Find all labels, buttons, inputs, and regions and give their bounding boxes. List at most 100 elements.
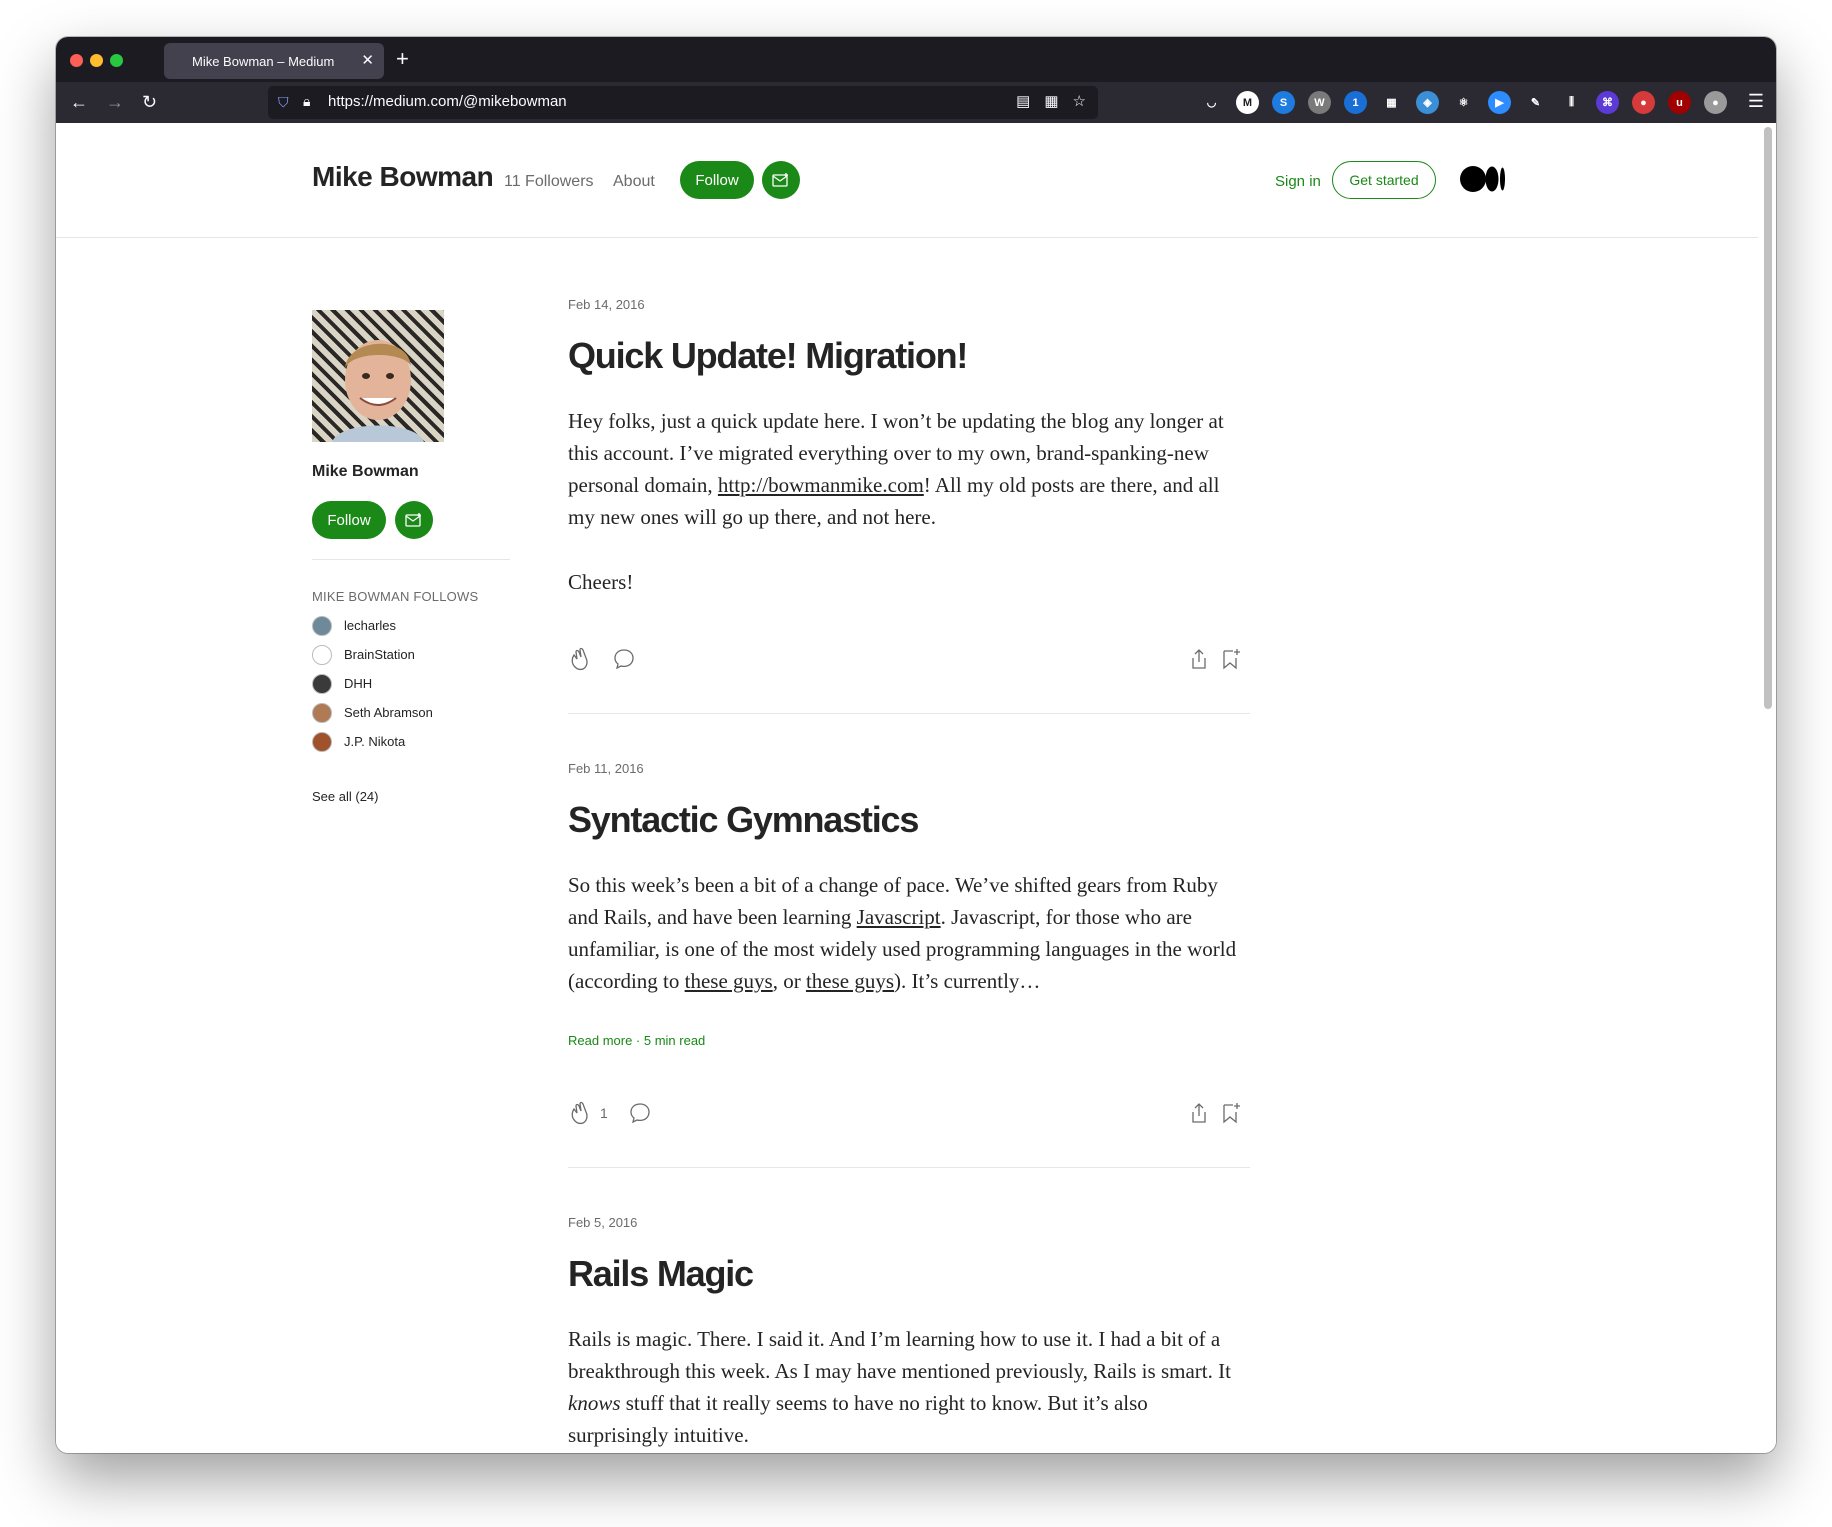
read-more-link[interactable]: Read more · 5 min read xyxy=(568,1033,705,1048)
shortcut-icon[interactable]: ⌘ xyxy=(1596,91,1619,114)
close-icon[interactable]: ✕ xyxy=(361,51,374,69)
ruler-icon[interactable]: ⫼ xyxy=(1560,91,1583,114)
clap-button[interactable]: 1 xyxy=(568,1099,608,1127)
clap-icon xyxy=(571,647,588,671)
clap-button[interactable] xyxy=(568,645,594,673)
new-tab-button[interactable]: + xyxy=(396,46,409,72)
avatar[interactable] xyxy=(312,310,444,442)
onepassword-icon[interactable]: 1 xyxy=(1344,91,1367,114)
profile-header: Mike Bowman 11 Followers About Follow Si… xyxy=(56,123,1758,238)
browser-window: Mike Bowman – Medium ✕ + ← → ↻ ⛉ 🔒︎ http… xyxy=(56,37,1776,1453)
grid-icon[interactable]: ▦ xyxy=(1380,91,1403,114)
avatar-portrait xyxy=(332,340,424,442)
avatar-ext-icon[interactable]: ● xyxy=(1704,91,1727,114)
post-date: Feb 14, 2016 xyxy=(568,297,645,312)
follow-avatar-icon xyxy=(312,673,332,694)
medium-page: Mike Bowman 11 Followers About Follow Si… xyxy=(56,123,1776,1453)
these-guys-link[interactable]: these guys xyxy=(685,969,773,993)
w-icon[interactable]: W xyxy=(1308,91,1331,114)
minimize-window-button[interactable] xyxy=(90,54,103,67)
sign-in-link[interactable]: Sign in xyxy=(1275,173,1321,190)
follows-label: DHH xyxy=(344,676,373,691)
follows-label: lecharles xyxy=(344,618,397,633)
reload-icon[interactable]: ↻ xyxy=(142,91,157,113)
these-guys-link-2[interactable]: these guys xyxy=(806,969,894,993)
share-button[interactable] xyxy=(1188,645,1210,673)
follow-avatar-icon xyxy=(312,644,332,665)
see-all-link[interactable]: See all (24) xyxy=(312,789,378,804)
post-actions xyxy=(568,645,1250,675)
subscribe-button[interactable] xyxy=(762,161,800,199)
comment-icon xyxy=(630,1103,650,1124)
follows-label: Seth Abramson xyxy=(344,705,433,720)
url-bar[interactable]: ⛉ 🔒︎ https://medium.com/@mikebowman ▤ ▦ … xyxy=(268,86,1098,119)
mail-plus-icon xyxy=(405,513,421,527)
javascript-link[interactable]: Javascript xyxy=(857,905,941,929)
post-body-text: Rails is magic. There. I said it. And I’… xyxy=(568,1327,1231,1383)
share-icon xyxy=(1192,649,1206,669)
clap-icon xyxy=(571,1101,588,1125)
hamburger-menu-icon[interactable]: ☰ xyxy=(1748,91,1764,112)
comment-button[interactable] xyxy=(612,645,636,673)
close-window-button[interactable] xyxy=(70,54,83,67)
bird-icon[interactable]: ● xyxy=(1632,91,1655,114)
mail-plus-icon xyxy=(772,173,788,187)
sidebar-follow-button[interactable]: Follow xyxy=(312,501,386,539)
post-divider xyxy=(568,713,1250,714)
header-author-name[interactable]: Mike Bowman xyxy=(312,161,494,193)
ublock-icon[interactable]: u xyxy=(1668,91,1691,114)
sidebar-author-name[interactable]: Mike Bowman xyxy=(312,463,419,481)
follows-item[interactable]: Seth Abramson xyxy=(312,698,433,727)
m-icon[interactable]: M xyxy=(1236,91,1259,114)
bowmanmike-link[interactable]: http://bowmanmike.com xyxy=(718,473,924,497)
follows-label: J.P. Nikota xyxy=(344,734,406,749)
maximize-window-button[interactable] xyxy=(110,54,123,67)
url-text[interactable]: https://medium.com/@mikebowman xyxy=(328,93,567,110)
post-title[interactable]: Syntactic Gymnastics xyxy=(568,799,919,841)
post-actions: 1 xyxy=(568,1099,1250,1129)
reader-view-icon[interactable]: ▤ xyxy=(1016,92,1030,110)
about-link[interactable]: About xyxy=(613,173,655,191)
post-body-text: ). It’s currently… xyxy=(894,969,1041,993)
bookmark-add-icon xyxy=(1223,1103,1240,1124)
forward-arrow-icon[interactable]: → xyxy=(106,91,124,113)
post-body-emphasis: knows xyxy=(568,1391,621,1415)
follow-button[interactable]: Follow xyxy=(680,161,754,199)
sidebar-subscribe-button[interactable] xyxy=(395,501,433,539)
sidebar-divider xyxy=(312,559,510,560)
pocket-icon[interactable]: ◡ xyxy=(1200,91,1223,114)
post-title[interactable]: Rails Magic xyxy=(568,1253,754,1295)
scrollbar-thumb[interactable] xyxy=(1764,127,1772,709)
browser-chrome: Mike Bowman – Medium ✕ + ← → ↻ ⛉ 🔒︎ http… xyxy=(56,37,1776,123)
dropper-icon[interactable]: ✎ xyxy=(1524,91,1547,114)
follows-item[interactable]: lecharles xyxy=(312,611,433,640)
follows-item[interactable]: DHH xyxy=(312,669,433,698)
clap-count[interactable]: 1 xyxy=(600,1105,608,1121)
post-title[interactable]: Quick Update! Migration! xyxy=(568,335,968,377)
post-body: So this week’s been a bit of a change of… xyxy=(568,869,1250,997)
follows-item[interactable]: J.P. Nikota xyxy=(312,727,433,756)
react-icon[interactable]: ⚛ xyxy=(1452,91,1475,114)
follows-item[interactable]: BrainStation xyxy=(312,640,433,669)
s-icon[interactable]: S xyxy=(1272,91,1295,114)
bookmark-star-icon[interactable]: ☆ xyxy=(1073,92,1086,110)
medium-logo-icon[interactable] xyxy=(1460,165,1506,193)
zoom-icon[interactable]: ▶ xyxy=(1488,91,1511,114)
back-arrow-icon[interactable]: ← xyxy=(70,91,88,113)
tab-strip: Mike Bowman – Medium ✕ + xyxy=(56,37,1776,82)
tab-active[interactable]: Mike Bowman – Medium ✕ xyxy=(164,43,384,79)
qr-grid-icon[interactable]: ▦ xyxy=(1044,92,1058,110)
safari-icon[interactable]: ◈ xyxy=(1416,91,1439,114)
followers-link[interactable]: 11 Followers xyxy=(504,173,594,191)
shield-icon[interactable]: ⛉ xyxy=(278,94,289,111)
share-button[interactable] xyxy=(1188,1099,1210,1127)
get-started-button[interactable]: Get started xyxy=(1332,161,1436,199)
follow-avatar-icon xyxy=(312,615,332,636)
bookmark-button[interactable] xyxy=(1220,645,1242,673)
lock-icon[interactable]: 🔒︎ xyxy=(303,93,310,110)
comment-button[interactable] xyxy=(628,1099,652,1127)
bookmark-button[interactable] xyxy=(1220,1099,1242,1127)
scrollbar[interactable] xyxy=(1764,127,1772,1447)
post-body: Hey folks, just a quick update here. I w… xyxy=(568,405,1250,533)
share-icon xyxy=(1192,1103,1206,1123)
